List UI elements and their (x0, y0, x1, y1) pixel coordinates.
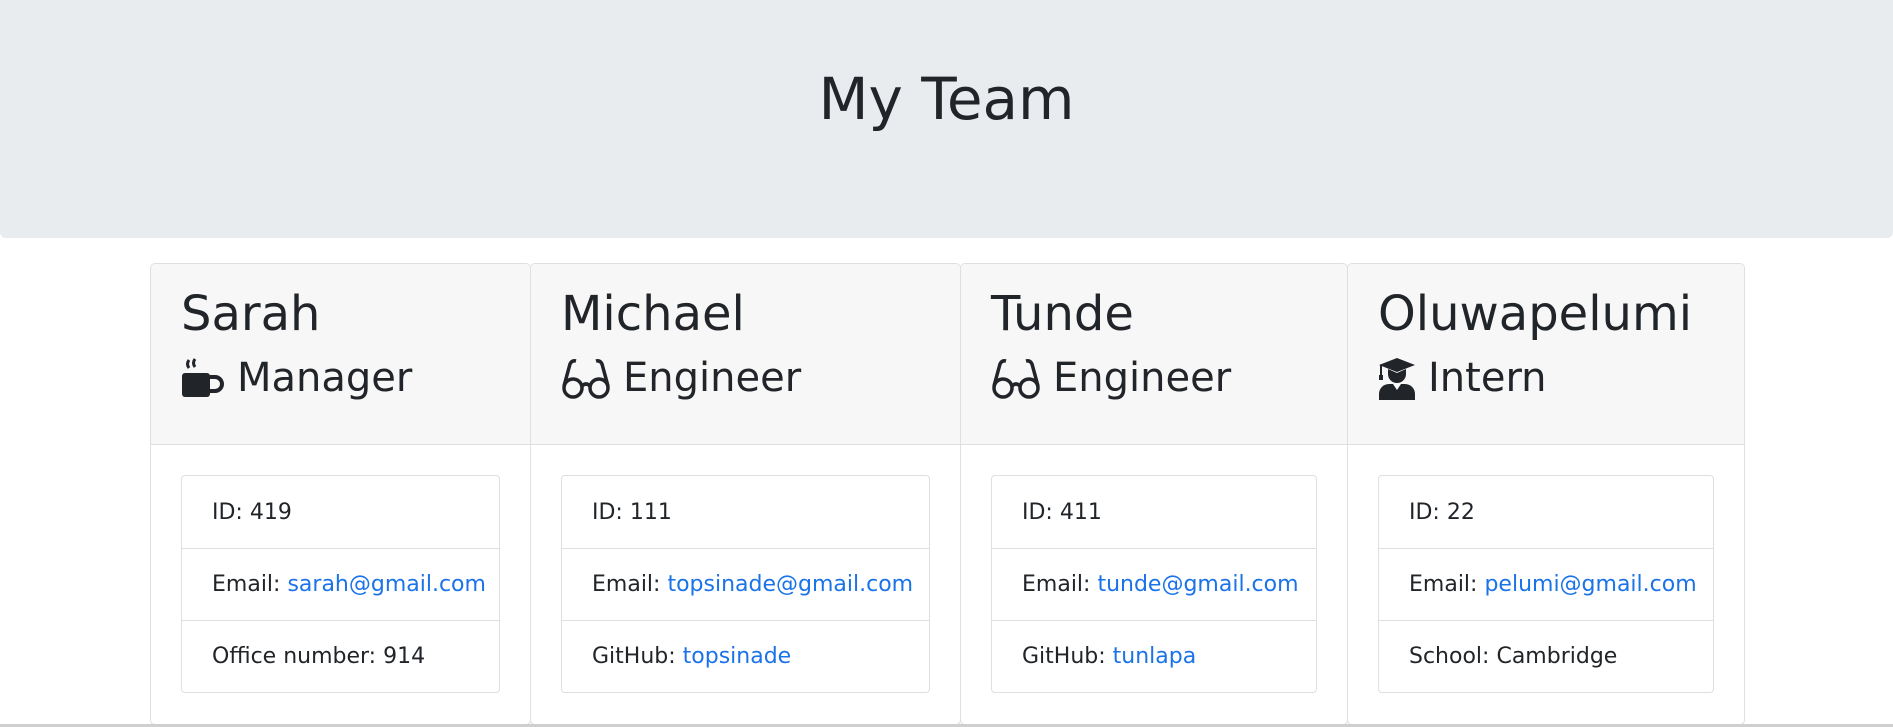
role-label: Intern (1428, 354, 1547, 401)
id-label: ID: (1022, 499, 1053, 525)
employee-card: Sarah Manager ID: 419 Email: sarah@gmail… (150, 263, 531, 725)
employee-name: Sarah (181, 286, 321, 342)
id-label: ID: (1409, 499, 1440, 525)
employee-name: Michael (561, 286, 745, 342)
id-value: 411 (1059, 499, 1102, 525)
employee-card: Oluwapelumi Intern ID: 22 Email: pelumi@… (1347, 263, 1745, 725)
employee-role: Engineer (561, 354, 930, 402)
card-header: Michael Engineer (531, 264, 960, 445)
card-header: Tunde Engineer (961, 264, 1347, 445)
page-title: My Team (818, 65, 1075, 133)
github-label: GitHub: (592, 644, 676, 669)
office-label: Office number: (212, 644, 377, 669)
employee-name: Oluwapelumi (1378, 286, 1693, 342)
list-item-office: Office number: 914 (182, 620, 499, 692)
email-link[interactable]: pelumi@gmail.com (1484, 572, 1696, 597)
list-item-school: School: Cambridge (1379, 620, 1713, 692)
list-item-email: Email: sarah@gmail.com (182, 548, 499, 620)
employee-card: Tunde Engineer ID: 411 Email: tunde@gmai… (960, 263, 1348, 725)
office-value: 914 (383, 644, 426, 669)
info-list: ID: 22 Email: pelumi@gmail.com School: Ca… (1378, 475, 1714, 693)
list-item-id: ID: 22 (1379, 476, 1713, 548)
glasses-icon (561, 356, 611, 400)
school-value: Cambridge (1496, 644, 1618, 669)
graduate-icon (1378, 356, 1416, 400)
employee-role: Intern (1378, 354, 1714, 402)
id-value: 419 (249, 499, 292, 525)
github-link[interactable]: tunlapa (1113, 644, 1197, 669)
role-label: Engineer (1053, 354, 1232, 401)
coffee-mug-icon (181, 356, 225, 400)
list-item-id: ID: 111 (562, 476, 929, 548)
employee-role: Manager (181, 354, 500, 402)
info-list: ID: 111 Email: topsinade@gmail.com GitHub… (561, 475, 930, 693)
card-body: ID: 22 Email: pelumi@gmail.com School: Ca… (1348, 445, 1744, 693)
list-item-email: Email: topsinade@gmail.com (562, 548, 929, 620)
glasses-icon (991, 356, 1041, 400)
employee-name: Tunde (991, 286, 1134, 342)
employee-card: Michael Engineer ID: 111 Email: topsinad… (530, 263, 961, 725)
id-value: 111 (629, 499, 672, 525)
card-header: Sarah Manager (151, 264, 530, 445)
email-link[interactable]: tunde@gmail.com (1097, 572, 1298, 597)
id-label: ID: (212, 499, 243, 525)
employee-role: Engineer (991, 354, 1317, 402)
list-item-email: Email: pelumi@gmail.com (1379, 548, 1713, 620)
github-label: GitHub: (1022, 644, 1106, 669)
team-cards: Sarah Manager ID: 419 Email: sarah@gmail… (150, 263, 1745, 725)
list-item-github: GitHub: tunlapa (992, 620, 1316, 692)
info-list: ID: 419 Email: sarah@gmail.com Office num… (181, 475, 500, 693)
role-label: Engineer (623, 354, 802, 401)
card-body: ID: 111 Email: topsinade@gmail.com GitHub… (531, 445, 960, 693)
list-item-id: ID: 411 (992, 476, 1316, 548)
list-item-github: GitHub: topsinade (562, 620, 929, 692)
list-item-id: ID: 419 (182, 476, 499, 548)
school-label: School: (1409, 644, 1490, 669)
header-jumbotron: My Team (0, 0, 1893, 238)
info-list: ID: 411 Email: tunde@gmail.com GitHub: tun… (991, 475, 1317, 693)
id-label: ID: (592, 499, 623, 525)
card-body: ID: 411 Email: tunde@gmail.com GitHub: tun… (961, 445, 1347, 693)
card-body: ID: 419 Email: sarah@gmail.com Office num… (151, 445, 530, 693)
role-label: Manager (237, 354, 413, 401)
email-label: Email: (1409, 572, 1478, 597)
id-value: 22 (1446, 499, 1475, 525)
email-label: Email: (212, 572, 281, 597)
email-label: Email: (592, 572, 661, 597)
email-link[interactable]: topsinade@gmail.com (667, 572, 913, 597)
email-link[interactable]: sarah@gmail.com (287, 572, 486, 597)
email-label: Email: (1022, 572, 1091, 597)
github-link[interactable]: topsinade (683, 644, 792, 669)
card-header: Oluwapelumi Intern (1348, 264, 1744, 445)
list-item-email: Email: tunde@gmail.com (992, 548, 1316, 620)
